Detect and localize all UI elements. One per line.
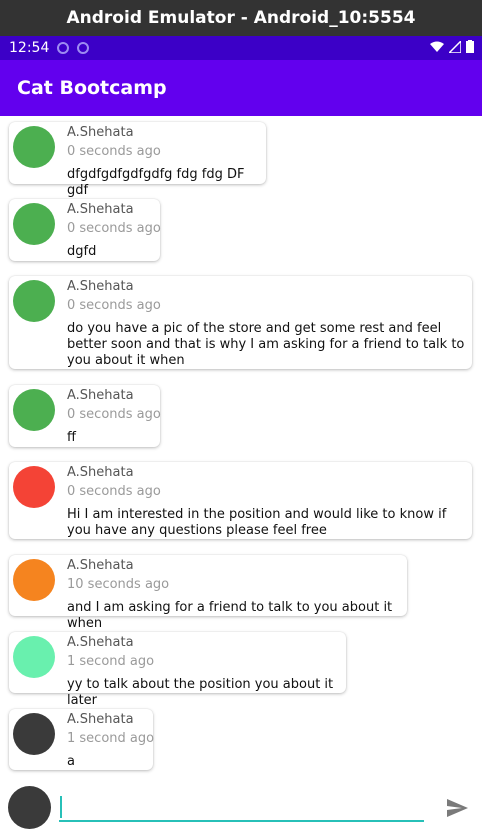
message-time: 1 second ago bbox=[67, 731, 155, 746]
message-card[interactable]: A.Shehata 0 seconds ago ff bbox=[9, 385, 161, 447]
message-card[interactable]: A.Shehata 0 seconds ago do you have a pi… bbox=[9, 276, 472, 369]
battery-icon bbox=[466, 40, 474, 53]
wifi-icon bbox=[430, 41, 444, 52]
avatar[interactable] bbox=[13, 203, 55, 245]
message-time: 1 second ago bbox=[67, 654, 155, 669]
app-title: Cat Bootcamp bbox=[17, 77, 167, 99]
message-text: ff bbox=[67, 430, 76, 445]
avatar[interactable] bbox=[13, 713, 55, 755]
message-time: 0 seconds ago bbox=[67, 221, 161, 236]
avatar[interactable] bbox=[13, 466, 55, 508]
message-text: Hi I am interested in the position and w… bbox=[67, 507, 447, 538]
message-text: do you have a pic of the store and get s… bbox=[67, 321, 465, 368]
composer-bar bbox=[0, 780, 482, 837]
text-cursor bbox=[60, 796, 62, 818]
message-author: A.Shehata bbox=[67, 558, 134, 573]
status-bar: 12:54 bbox=[0, 36, 482, 60]
message-text: a bbox=[67, 754, 75, 769]
message-card[interactable]: A.Shehata 0 seconds ago Hi I am interest… bbox=[9, 462, 472, 539]
avatar[interactable] bbox=[13, 389, 55, 431]
message-author: A.Shehata bbox=[67, 202, 134, 217]
message-card[interactable]: A.Shehata 10 seconds ago and I am asking… bbox=[9, 555, 407, 631]
my-avatar[interactable] bbox=[8, 786, 51, 829]
message-card[interactable]: A.Shehata 1 second ago a bbox=[9, 709, 155, 770]
message-card[interactable]: A.Shehata 1 second ago yy to talk about … bbox=[9, 632, 346, 708]
message-text: and I am asking for a friend to talk to … bbox=[67, 600, 393, 631]
app-bar: Cat Bootcamp bbox=[0, 60, 482, 116]
message-list[interactable]: A.Shehata 0 seconds ago dfgdfgdfgdfgdfg … bbox=[0, 116, 482, 780]
message-author: A.Shehata bbox=[67, 125, 134, 140]
avatar[interactable] bbox=[13, 280, 55, 322]
message-card[interactable]: A.Shehata 0 seconds ago dgfd bbox=[9, 199, 161, 261]
message-time: 10 seconds ago bbox=[67, 577, 170, 592]
message-author: A.Shehata bbox=[67, 465, 134, 480]
message-author: A.Shehata bbox=[67, 635, 134, 650]
message-text: dgfd bbox=[67, 244, 97, 259]
message-text: dfgdfgdfgdfgdfg fdg fdg DF gdf bbox=[67, 167, 245, 198]
window-title: Android Emulator - Android_10:5554 bbox=[66, 8, 416, 28]
window-titlebar: Android Emulator - Android_10:5554 bbox=[0, 0, 482, 36]
message-text: yy to talk about the position you about … bbox=[67, 677, 334, 708]
message-author: A.Shehata bbox=[67, 279, 134, 294]
message-time: 0 seconds ago bbox=[67, 407, 161, 422]
notification-icon bbox=[57, 42, 70, 54]
avatar[interactable] bbox=[13, 636, 55, 678]
message-time: 0 seconds ago bbox=[67, 298, 161, 313]
avatar[interactable] bbox=[13, 559, 55, 601]
message-card[interactable]: A.Shehata 0 seconds ago dfgdfgdfgdfgdfg … bbox=[9, 122, 266, 198]
send-icon[interactable] bbox=[445, 796, 469, 820]
message-time: 0 seconds ago bbox=[67, 144, 161, 159]
avatar[interactable] bbox=[13, 126, 55, 168]
message-time: 0 seconds ago bbox=[67, 484, 161, 499]
status-time: 12:54 bbox=[9, 40, 50, 56]
signal-icon bbox=[449, 40, 461, 53]
sync-icon bbox=[77, 42, 90, 54]
message-author: A.Shehata bbox=[67, 712, 134, 727]
message-input[interactable] bbox=[59, 792, 424, 822]
message-author: A.Shehata bbox=[67, 388, 134, 403]
